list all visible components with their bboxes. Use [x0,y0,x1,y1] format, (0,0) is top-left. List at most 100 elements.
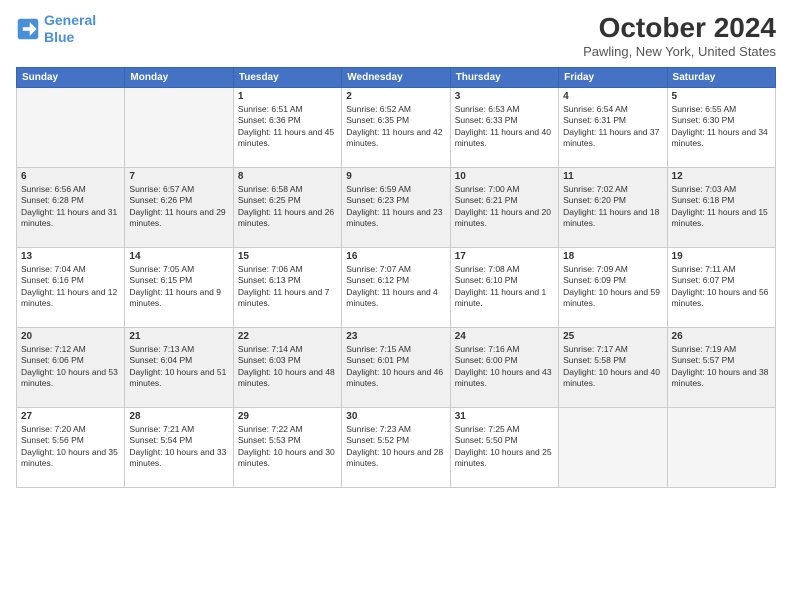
calendar-cell: 10Sunrise: 7:00 AM Sunset: 6:21 PM Dayli… [450,168,558,248]
day-info: Sunrise: 7:03 AM Sunset: 6:18 PM Dayligh… [672,184,771,230]
calendar-cell: 18 Sunrise: 7:09 AM Sunset: 6:09 PM Dayli… [559,248,667,328]
day-info: Sunrise: 7:12 AM Sunset: 6:06 PM Dayligh… [21,344,120,390]
day-info: Sunrise: 7:09 AM Sunset: 6:09 PM Dayligh… [563,264,662,310]
day-number: 30 [346,411,445,422]
day-number: 24 [455,331,554,342]
weekday-monday: Monday [125,68,233,88]
weekday-friday: Friday [559,68,667,88]
calendar-cell: 26 Sunrise: 7:19 AM Sunset: 5:57 PM Dayli… [667,328,775,408]
weekday-wednesday: Wednesday [342,68,450,88]
header: General Blue October 2024 Pawling, New Y… [16,12,776,59]
day-number: 26 [672,331,771,342]
calendar-cell: 16 Sunrise: 7:07 AM Sunset: 6:12 PM Dayli… [342,248,450,328]
day-number: 20 [21,331,120,342]
day-info: Sunrise: 6:56 AM Sunset: 6:28 PM Dayligh… [21,184,120,230]
day-number: 11 [563,171,662,182]
day-number: 15 [238,251,337,262]
calendar-cell: 6 Sunrise: 6:56 AM Sunset: 6:28 PM Daylig… [17,168,125,248]
calendar-cell: 30 Sunrise: 7:23 AM Sunset: 5:52 PM Dayli… [342,408,450,488]
calendar-cell: 28Sunrise: 7:21 AM Sunset: 5:54 PM Dayli… [125,408,233,488]
calendar-cell: 24 Sunrise: 7:16 AM Sunset: 6:00 PM Dayli… [450,328,558,408]
day-info: Sunrise: 6:51 AM Sunset: 6:36 PM Dayligh… [238,104,337,150]
day-number: 22 [238,331,337,342]
calendar-cell: 11Sunrise: 7:02 AM Sunset: 6:20 PM Dayli… [559,168,667,248]
day-number: 9 [346,171,445,182]
day-info: Sunrise: 7:08 AM Sunset: 6:10 PM Dayligh… [455,264,554,310]
weekday-thursday: Thursday [450,68,558,88]
day-info: Sunrise: 7:13 AM Sunset: 6:04 PM Dayligh… [129,344,228,390]
logo-icon [16,17,40,41]
calendar-cell: 7Sunrise: 6:57 AM Sunset: 6:26 PM Daylig… [125,168,233,248]
day-info: Sunrise: 7:06 AM Sunset: 6:13 PM Dayligh… [238,264,337,310]
day-number: 25 [563,331,662,342]
weekday-tuesday: Tuesday [233,68,341,88]
calendar-cell [17,88,125,168]
day-number: 10 [455,171,554,182]
calendar-cell: 14Sunrise: 7:05 AM Sunset: 6:15 PM Dayli… [125,248,233,328]
day-number: 5 [672,91,771,102]
day-number: 27 [21,411,120,422]
day-info: Sunrise: 6:53 AM Sunset: 6:33 PM Dayligh… [455,104,554,150]
day-info: Sunrise: 7:19 AM Sunset: 5:57 PM Dayligh… [672,344,771,390]
day-number: 8 [238,171,337,182]
calendar-cell: 31 Sunrise: 7:25 AM Sunset: 5:50 PM Dayli… [450,408,558,488]
day-info: Sunrise: 7:17 AM Sunset: 5:58 PM Dayligh… [563,344,662,390]
calendar-cell: 4 Sunrise: 6:54 AM Sunset: 6:31 PM Daylig… [559,88,667,168]
calendar-cell [667,408,775,488]
location: Pawling, New York, United States [583,44,776,59]
day-number: 6 [21,171,120,182]
calendar-cell: 2 Sunrise: 6:52 AM Sunset: 6:35 PM Daylig… [342,88,450,168]
day-number: 16 [346,251,445,262]
day-number: 31 [455,411,554,422]
calendar-cell: 8 Sunrise: 6:58 AM Sunset: 6:25 PM Daylig… [233,168,341,248]
calendar-cell: 5 Sunrise: 6:55 AM Sunset: 6:30 PM Daylig… [667,88,775,168]
day-info: Sunrise: 7:11 AM Sunset: 6:07 PM Dayligh… [672,264,771,310]
day-info: Sunrise: 7:23 AM Sunset: 5:52 PM Dayligh… [346,424,445,470]
calendar-cell: 23Sunrise: 7:15 AM Sunset: 6:01 PM Dayli… [342,328,450,408]
logo: General Blue [16,12,96,46]
day-number: 29 [238,411,337,422]
day-info: Sunrise: 6:55 AM Sunset: 6:30 PM Dayligh… [672,104,771,150]
logo-text: General Blue [44,12,96,46]
day-info: Sunrise: 7:07 AM Sunset: 6:12 PM Dayligh… [346,264,445,310]
calendar-cell: 1 Sunrise: 6:51 AM Sunset: 6:36 PM Daylig… [233,88,341,168]
logo-line2: Blue [44,29,74,45]
calendar-cell: 27Sunrise: 7:20 AM Sunset: 5:56 PM Dayli… [17,408,125,488]
calendar-cell [559,408,667,488]
day-info: Sunrise: 6:59 AM Sunset: 6:23 PM Dayligh… [346,184,445,230]
day-number: 1 [238,91,337,102]
day-number: 4 [563,91,662,102]
day-number: 19 [672,251,771,262]
day-number: 3 [455,91,554,102]
day-info: Sunrise: 7:21 AM Sunset: 5:54 PM Dayligh… [129,424,228,470]
calendar-cell: 29Sunrise: 7:22 AM Sunset: 5:53 PM Dayli… [233,408,341,488]
day-number: 7 [129,171,228,182]
day-number: 18 [563,251,662,262]
day-info: Sunrise: 7:25 AM Sunset: 5:50 PM Dayligh… [455,424,554,470]
day-number: 17 [455,251,554,262]
weekday-sunday: Sunday [17,68,125,88]
logo-line1: General [44,12,96,28]
week-row-5: 27Sunrise: 7:20 AM Sunset: 5:56 PM Dayli… [17,408,776,488]
day-number: 21 [129,331,228,342]
month-year: October 2024 [583,12,776,44]
calendar-cell: 20 Sunrise: 7:12 AM Sunset: 6:06 PM Dayli… [17,328,125,408]
day-info: Sunrise: 7:16 AM Sunset: 6:00 PM Dayligh… [455,344,554,390]
calendar: SundayMondayTuesdayWednesdayThursdayFrid… [16,67,776,488]
day-info: Sunrise: 7:05 AM Sunset: 6:15 PM Dayligh… [129,264,228,310]
calendar-cell: 9 Sunrise: 6:59 AM Sunset: 6:23 PM Daylig… [342,168,450,248]
day-info: Sunrise: 6:52 AM Sunset: 6:35 PM Dayligh… [346,104,445,150]
day-info: Sunrise: 6:58 AM Sunset: 6:25 PM Dayligh… [238,184,337,230]
day-info: Sunrise: 7:15 AM Sunset: 6:01 PM Dayligh… [346,344,445,390]
calendar-cell [125,88,233,168]
week-row-1: 1 Sunrise: 6:51 AM Sunset: 6:36 PM Daylig… [17,88,776,168]
calendar-cell: 21 Sunrise: 7:13 AM Sunset: 6:04 PM Dayli… [125,328,233,408]
calendar-body: 1 Sunrise: 6:51 AM Sunset: 6:36 PM Daylig… [17,88,776,488]
week-row-3: 13Sunrise: 7:04 AM Sunset: 6:16 PM Dayli… [17,248,776,328]
weekday-header: SundayMondayTuesdayWednesdayThursdayFrid… [17,68,776,88]
calendar-cell: 13Sunrise: 7:04 AM Sunset: 6:16 PM Dayli… [17,248,125,328]
day-number: 13 [21,251,120,262]
day-info: Sunrise: 6:54 AM Sunset: 6:31 PM Dayligh… [563,104,662,150]
day-number: 2 [346,91,445,102]
calendar-cell: 3 Sunrise: 6:53 AM Sunset: 6:33 PM Daylig… [450,88,558,168]
